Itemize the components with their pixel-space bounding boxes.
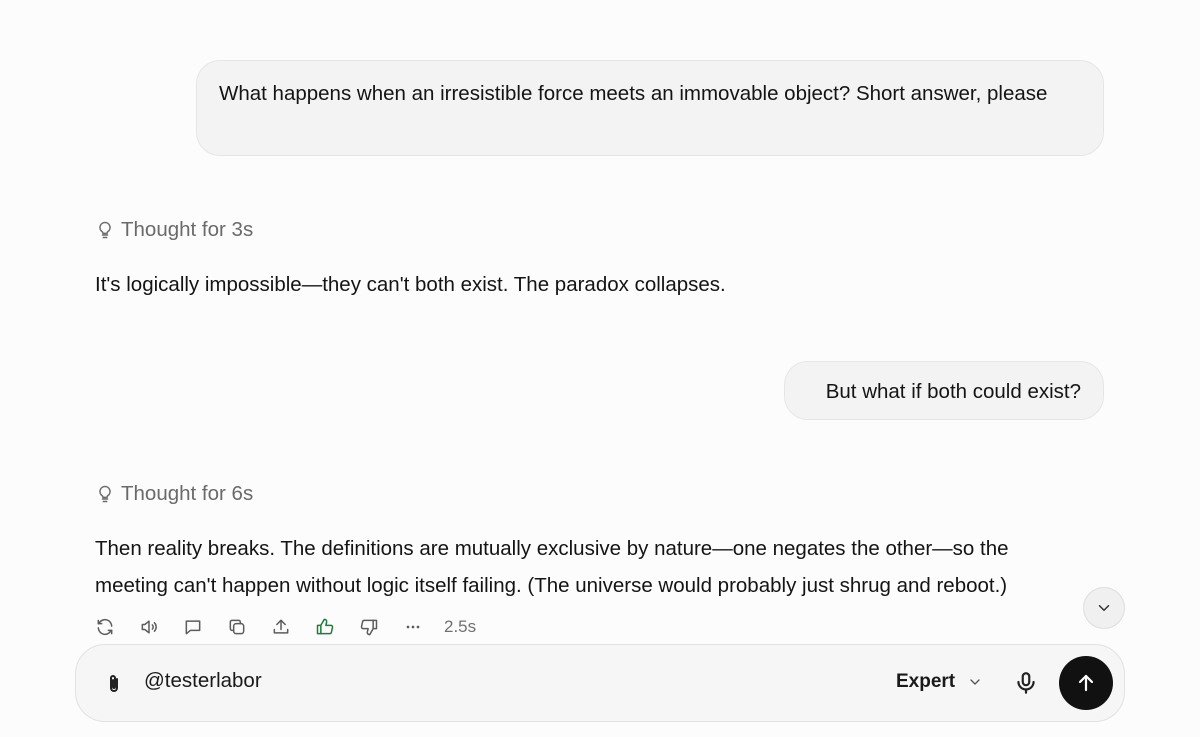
read-aloud-icon [141, 620, 157, 634]
thought-toggle[interactable]: Thought for 6s [95, 482, 253, 506]
paperclip-icon [110, 675, 118, 692]
regenerate-button[interactable] [94, 616, 116, 638]
share-icon [273, 619, 289, 634]
user-message-text: What happens when an irresistible force … [219, 82, 1048, 105]
thumbs-down-icon [360, 619, 378, 636]
model-label: Expert [896, 671, 956, 692]
read-aloud-button[interactable] [138, 616, 160, 638]
user-message: What happens when an irresistible force … [196, 60, 1104, 156]
microphone-icon [1017, 672, 1035, 694]
scroll-to-bottom-button[interactable] [1083, 587, 1125, 629]
arrow-up-icon [1078, 674, 1094, 692]
lightbulb-icon [99, 221, 111, 239]
share-button[interactable] [270, 616, 292, 638]
regenerate-icon [97, 618, 113, 636]
chevron-down-icon [1098, 605, 1110, 611]
thumbs-up-icon [316, 618, 334, 635]
message-input[interactable] [144, 669, 744, 693]
thought-label: Thought for 3s [121, 218, 254, 241]
thumbs-down-button[interactable] [358, 616, 380, 638]
attach-button[interactable] [102, 672, 126, 696]
voice-input-button[interactable] [1013, 670, 1039, 696]
comment-button[interactable] [182, 616, 204, 638]
thought-label: Thought for 6s [121, 482, 254, 505]
comment-icon [185, 620, 201, 635]
thought-toggle[interactable]: Thought for 3s [95, 218, 253, 242]
more-button[interactable] [402, 616, 424, 638]
copy-button[interactable] [226, 616, 248, 638]
user-message-text: But what if both could exist? [825, 380, 1081, 403]
message-actions: 2.5s [94, 614, 476, 640]
response-time: 2.5s [444, 617, 477, 636]
model-selector[interactable]: Expert [896, 671, 983, 693]
copy-icon [229, 619, 245, 635]
chevron-down-icon [970, 679, 980, 685]
assistant-message-text: Then reality breaks. The definitions are… [95, 537, 1009, 597]
user-message: But what if both could exist? [784, 361, 1104, 420]
more-icon [406, 625, 420, 629]
thumbs-up-button[interactable] [314, 616, 336, 638]
assistant-message-text: It's logically impossible—they can't bot… [95, 273, 726, 296]
assistant-message: Then reality breaks. The definitions are… [95, 530, 1085, 604]
composer: Expert [75, 644, 1125, 722]
assistant-message: It's logically impossible—they can't bot… [95, 266, 1085, 303]
send-button[interactable] [1059, 656, 1113, 710]
lightbulb-icon [99, 485, 111, 503]
chat-page: What happens when an irresistible force … [0, 0, 1200, 737]
